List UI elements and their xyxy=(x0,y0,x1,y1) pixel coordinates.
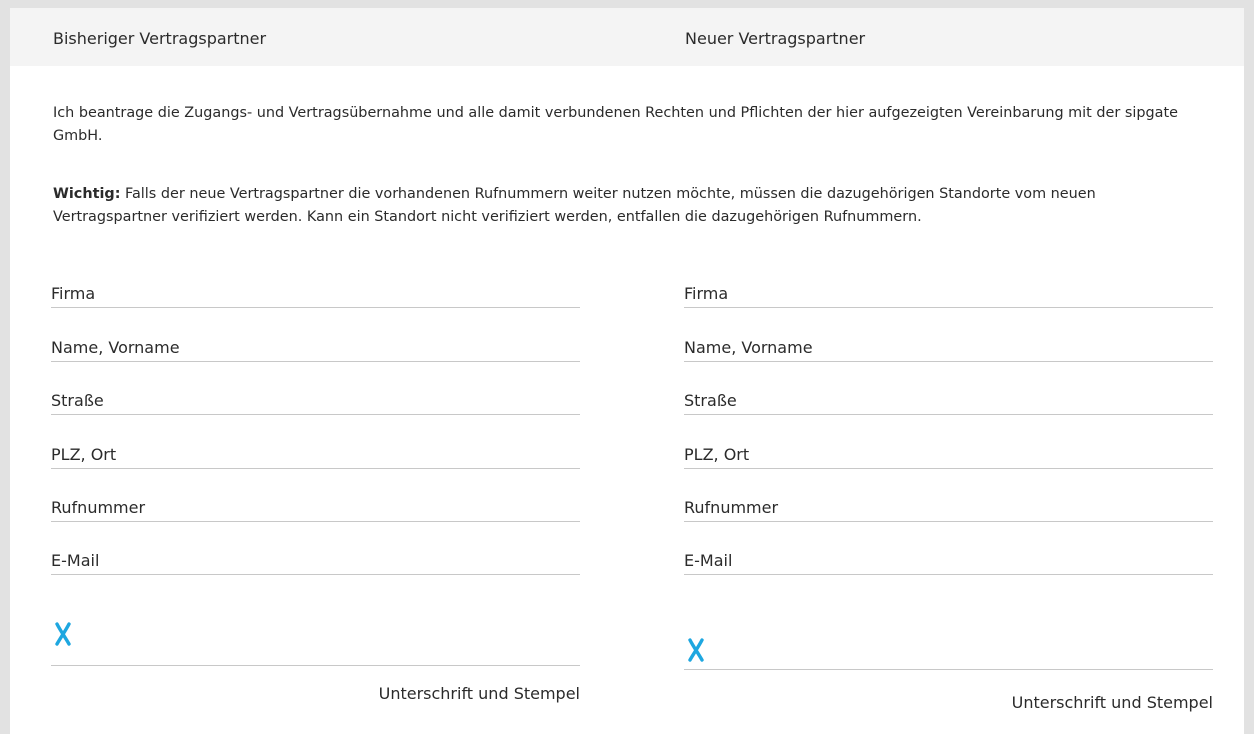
left-signature-line[interactable] xyxy=(51,665,580,666)
left-phone-label: Rufnummer xyxy=(51,498,146,517)
left-firma-field[interactable]: Firma xyxy=(51,277,580,308)
left-firma-label: Firma xyxy=(51,284,96,303)
right-signature-line[interactable] xyxy=(684,669,1213,670)
important-label: Wichtig: xyxy=(53,186,121,202)
left-name-label: Name, Vorname xyxy=(51,338,180,357)
form-frame: Bisheriger Vertragspartner Neuer Vertrag… xyxy=(0,0,1254,734)
important-paragraph: Wichtig: Falls der neue Vertragspartner … xyxy=(53,183,1203,229)
right-name-label: Name, Vorname xyxy=(684,338,813,357)
right-column-title: Neuer Vertragspartner xyxy=(685,29,866,48)
right-street-label: Straße xyxy=(684,391,737,410)
right-signature-caption: Unterschrift und Stempel xyxy=(1011,693,1213,712)
right-firma-label: Firma xyxy=(684,284,729,303)
left-email-label: E-Mail xyxy=(51,551,100,570)
right-name-field[interactable]: Name, Vorname xyxy=(684,331,1213,362)
left-zip-city-label: PLZ, Ort xyxy=(51,445,117,464)
left-street-field[interactable]: Straße xyxy=(51,384,580,415)
left-column-title: Bisheriger Vertragspartner xyxy=(53,29,267,48)
left-signature-caption: Unterschrift und Stempel xyxy=(378,684,580,703)
left-street-label: Straße xyxy=(51,391,104,410)
x-signature-mark-icon xyxy=(688,638,704,662)
right-email-label: E-Mail xyxy=(684,551,733,570)
right-email-field[interactable]: E-Mail xyxy=(684,544,1213,575)
x-signature-mark-icon xyxy=(55,622,71,646)
important-text: Falls der neue Vertragspartner die vorha… xyxy=(53,186,1096,225)
left-phone-field[interactable]: Rufnummer xyxy=(51,491,580,522)
right-phone-label: Rufnummer xyxy=(684,498,779,517)
right-zip-city-label: PLZ, Ort xyxy=(684,445,750,464)
header-bar: Bisheriger Vertragspartner Neuer Vertrag… xyxy=(10,8,1244,66)
right-phone-field[interactable]: Rufnummer xyxy=(684,491,1213,522)
right-zip-city-field[interactable]: PLZ, Ort xyxy=(684,438,1213,469)
left-zip-city-field[interactable]: PLZ, Ort xyxy=(51,438,580,469)
intro-paragraph: Ich beantrage die Zugangs- und Vertragsü… xyxy=(53,105,1178,144)
left-email-field[interactable]: E-Mail xyxy=(51,544,580,575)
right-street-field[interactable]: Straße xyxy=(684,384,1213,415)
right-firma-field[interactable]: Firma xyxy=(684,277,1213,308)
left-name-field[interactable]: Name, Vorname xyxy=(51,331,580,362)
